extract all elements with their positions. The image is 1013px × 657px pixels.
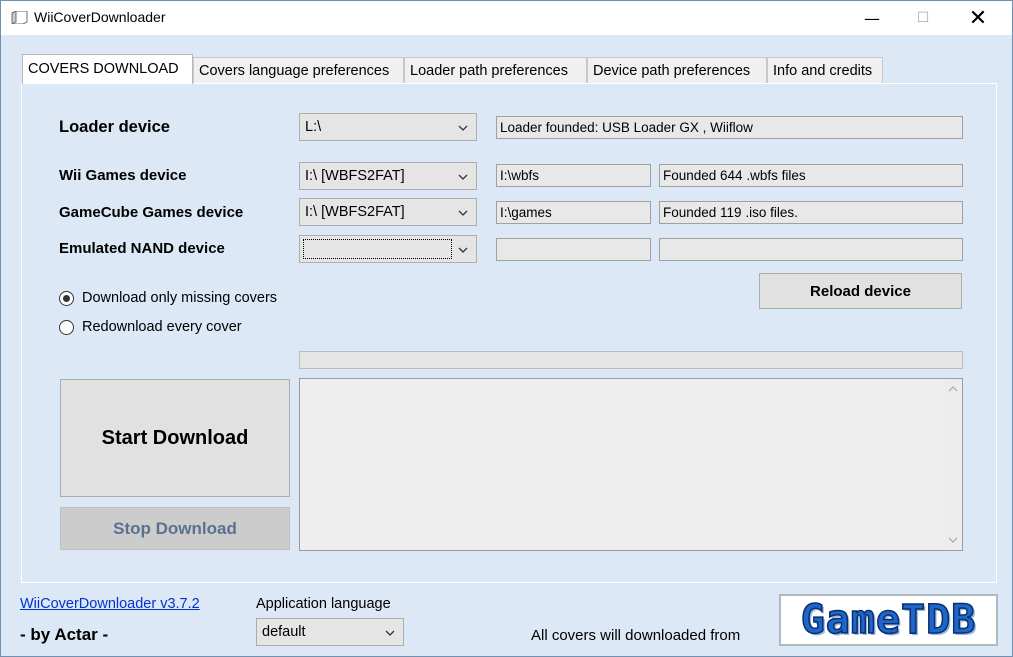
maximize-button[interactable]: ☐ bbox=[900, 1, 946, 35]
gametdb-logo[interactable]: GameTDB bbox=[779, 594, 998, 646]
gamecube-games-status-text: Founded 119 .iso files. bbox=[663, 205, 798, 220]
tab-covers-download[interactable]: COVERS DOWNLOAD bbox=[22, 54, 193, 84]
loader-device-value: L:\ bbox=[305, 119, 322, 135]
stop-download-label: Stop Download bbox=[113, 518, 237, 538]
loader-device-select[interactable]: L:\ bbox=[299, 113, 477, 141]
download-progress-bar bbox=[299, 351, 963, 369]
download-log-textarea[interactable] bbox=[299, 378, 963, 551]
radio-download-missing-label: Download only missing covers bbox=[82, 290, 278, 306]
wii-games-device-label: Wii Games device bbox=[59, 167, 187, 184]
tab-label: Loader path preferences bbox=[410, 63, 568, 79]
chevron-down-icon bbox=[458, 125, 468, 131]
start-download-label: Start Download bbox=[101, 426, 249, 449]
tab-label: Covers language preferences bbox=[199, 63, 390, 79]
reload-device-label: Reload device bbox=[810, 282, 911, 300]
author-label: - by Actar - bbox=[20, 625, 109, 644]
gamecube-games-status-field: Founded 119 .iso files. bbox=[659, 201, 963, 224]
scroll-down-arrow-icon[interactable] bbox=[948, 536, 958, 544]
scroll-up-arrow-icon[interactable] bbox=[948, 385, 958, 393]
emulated-nand-device-label: Emulated NAND device bbox=[59, 240, 225, 257]
chevron-down-icon bbox=[458, 210, 468, 216]
wii-games-status-field: Founded 644 .wbfs files bbox=[659, 164, 963, 187]
minimize-button[interactable]: — bbox=[849, 1, 895, 35]
radio-redownload-every[interactable]: Redownload every cover bbox=[59, 319, 242, 335]
focus-rectangle bbox=[303, 239, 452, 259]
close-icon: ✕ bbox=[968, 5, 988, 31]
chevron-down-icon bbox=[458, 247, 468, 253]
radio-unchecked-icon bbox=[59, 319, 74, 335]
log-scrollbar[interactable] bbox=[945, 379, 962, 550]
app-window: WiiCoverDownloader — ☐ ✕ COVERS DOWNLOAD… bbox=[0, 0, 1013, 657]
gamecube-games-device-label: GameCube Games device bbox=[59, 204, 244, 221]
emulated-nand-path-field bbox=[496, 238, 651, 261]
tab-info-credits[interactable]: Info and credits bbox=[767, 57, 883, 83]
loader-status-text: Loader founded: USB Loader GX , Wiiflow bbox=[500, 120, 753, 135]
title-bar[interactable]: WiiCoverDownloader — ☐ ✕ bbox=[1, 1, 1012, 35]
emulated-nand-status-field bbox=[659, 238, 963, 261]
chevron-down-icon bbox=[458, 174, 468, 180]
start-download-button[interactable]: Start Download bbox=[60, 379, 290, 497]
maximize-icon: ☐ bbox=[916, 10, 930, 26]
radio-redownload-every-label: Redownload every cover bbox=[82, 319, 242, 335]
radio-checked-icon bbox=[59, 290, 74, 306]
wii-games-path-text: I:\wbfs bbox=[500, 168, 540, 183]
tab-covers-language[interactable]: Covers language preferences bbox=[193, 57, 404, 83]
chevron-down-icon bbox=[385, 630, 395, 636]
main-content: COVERS DOWNLOAD Covers language preferen… bbox=[1, 35, 1012, 656]
tab-label: COVERS DOWNLOAD bbox=[28, 61, 179, 77]
version-link[interactable]: WiiCoverDownloader v3.7.2 bbox=[20, 596, 200, 612]
wii-games-device-value: I:\ [WBFS2FAT] bbox=[305, 168, 405, 184]
loader-status-field: Loader founded: USB Loader GX , Wiiflow bbox=[496, 116, 963, 139]
gamecube-games-device-select[interactable]: I:\ [WBFS2FAT] bbox=[299, 198, 477, 226]
tab-device-path[interactable]: Device path preferences bbox=[587, 57, 767, 83]
minimize-icon: — bbox=[864, 8, 880, 28]
app-icon bbox=[11, 11, 28, 24]
covers-download-panel: Loader device L:\ Loader founded: USB Lo… bbox=[21, 83, 997, 583]
emulated-nand-device-select[interactable] bbox=[299, 235, 477, 263]
gametdb-logo-text: GameTDB bbox=[800, 596, 977, 644]
tab-label: Device path preferences bbox=[593, 63, 751, 79]
radio-download-missing[interactable]: Download only missing covers bbox=[59, 290, 277, 306]
loader-device-label: Loader device bbox=[59, 118, 170, 136]
application-language-label: Application language bbox=[256, 596, 391, 612]
wii-games-path-field: I:\wbfs bbox=[496, 164, 651, 187]
tab-loader-path[interactable]: Loader path preferences bbox=[404, 57, 587, 83]
tab-label: Info and credits bbox=[773, 63, 873, 79]
window-title: WiiCoverDownloader bbox=[34, 9, 166, 25]
close-button[interactable]: ✕ bbox=[955, 1, 1001, 35]
wii-games-device-select[interactable]: I:\ [WBFS2FAT] bbox=[299, 162, 477, 190]
reload-device-button[interactable]: Reload device bbox=[759, 273, 962, 309]
stop-download-button[interactable]: Stop Download bbox=[60, 507, 290, 550]
covers-source-text: All covers will downloaded from bbox=[531, 627, 741, 644]
gamecube-games-device-value: I:\ [WBFS2FAT] bbox=[305, 204, 405, 220]
application-language-value: default bbox=[262, 624, 306, 640]
wii-games-status-text: Founded 644 .wbfs files bbox=[663, 168, 806, 183]
application-language-select[interactable]: default bbox=[256, 618, 404, 646]
gamecube-games-path-text: I:\games bbox=[500, 205, 552, 220]
gamecube-games-path-field: I:\games bbox=[496, 201, 651, 224]
